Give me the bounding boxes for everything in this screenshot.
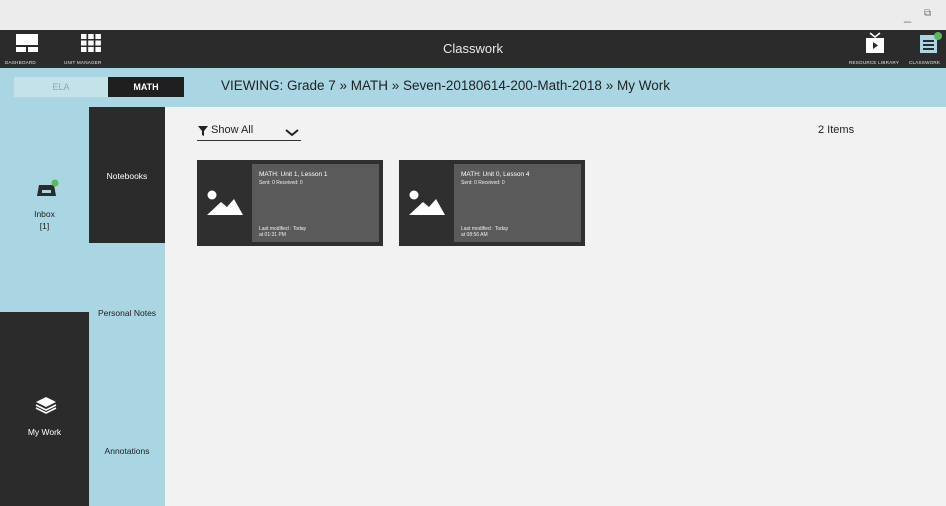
card-sent-received: Sent: 0 Received: 0 bbox=[259, 180, 303, 186]
resource-library-label: RESOURCE LIBRARY bbox=[849, 60, 900, 65]
top-bar: DASHBOARD UNIT MANAGER Classwork RESOURC… bbox=[0, 30, 946, 68]
card-sent-received: Sent: 0 Received: 0 bbox=[461, 180, 505, 186]
chevron-down-icon bbox=[285, 129, 299, 137]
resource-library-icon bbox=[866, 32, 884, 53]
my-work-label: My Work bbox=[27, 427, 62, 437]
window-title-bar: _ ⧉ bbox=[0, 0, 946, 30]
image-placeholder-icon bbox=[409, 190, 445, 215]
app-window: _ ⧉ DASHBOARD UNIT MANAGER Classwork RES… bbox=[0, 0, 946, 506]
unit-manager-label: UNIT MANAGER bbox=[64, 60, 102, 65]
tab-math[interactable]: MATH bbox=[108, 77, 184, 97]
resource-library-button[interactable]: RESOURCE LIBRARY bbox=[846, 30, 906, 68]
nav-notebooks[interactable]: Notebooks bbox=[89, 107, 165, 243]
card-title: MATH: Unit 0, Lesson 4 bbox=[461, 171, 530, 178]
nav-my-work[interactable]: My Work bbox=[0, 312, 89, 506]
primary-nav: Inbox [1] My Work bbox=[0, 107, 89, 506]
restore-button[interactable]: ⧉ bbox=[924, 8, 936, 20]
nav-inbox[interactable]: Inbox [1] bbox=[0, 107, 89, 312]
card-details: MATH: Unit 1, Lesson 1 Sent: 0 Received:… bbox=[252, 164, 379, 242]
card-modified-time: at 08:56 AM bbox=[461, 232, 488, 238]
filter-icon bbox=[198, 126, 208, 136]
nav-personal-notes[interactable]: Personal Notes bbox=[89, 243, 165, 379]
inbox-label: Inbox bbox=[34, 209, 55, 219]
filter-dropdown[interactable]: Show All bbox=[197, 123, 301, 141]
annotations-label: Annotations bbox=[104, 446, 150, 456]
card-title: MATH: Unit 1, Lesson 1 bbox=[259, 171, 328, 178]
inbox-count: [1] bbox=[39, 221, 50, 231]
card-details: MATH: Unit 0, Lesson 4 Sent: 0 Received:… bbox=[454, 164, 581, 242]
inbox-icon bbox=[37, 179, 59, 196]
image-placeholder-icon bbox=[207, 190, 243, 215]
notification-dot bbox=[934, 32, 942, 40]
tab-ela[interactable]: ELA bbox=[14, 77, 108, 97]
main-content: Show All 2 Items MATH: Unit 1, Lesson 1 … bbox=[165, 107, 946, 506]
notebook-card[interactable]: MATH: Unit 1, Lesson 1 Sent: 0 Received:… bbox=[197, 160, 383, 246]
dashboard-label: DASHBOARD bbox=[5, 60, 36, 65]
secondary-nav: Notebooks Personal Notes Annotations bbox=[89, 107, 165, 506]
layers-icon bbox=[35, 397, 57, 414]
breadcrumb: VIEWING: Grade 7 » MATH » Seven-20180614… bbox=[221, 78, 670, 93]
subject-bar: ELA MATH VIEWING: Grade 7 » MATH » Seven… bbox=[0, 68, 946, 107]
filter-label: Show All bbox=[211, 124, 254, 136]
card-modified-time: at 01:31 PM bbox=[259, 232, 286, 238]
personal-notes-label: Personal Notes bbox=[97, 308, 157, 318]
classwork-icon bbox=[920, 32, 942, 53]
app-title: Classwork bbox=[443, 41, 503, 56]
notebook-card[interactable]: MATH: Unit 0, Lesson 4 Sent: 0 Received:… bbox=[399, 160, 585, 246]
minimize-button[interactable]: _ bbox=[904, 9, 916, 23]
notebooks-label: Notebooks bbox=[106, 171, 148, 181]
items-count: 2 Items bbox=[818, 124, 855, 136]
classwork-label: CLASSWORK bbox=[909, 60, 941, 65]
classwork-button[interactable]: CLASSWORK bbox=[906, 30, 946, 68]
nav-annotations[interactable]: Annotations bbox=[89, 379, 165, 506]
